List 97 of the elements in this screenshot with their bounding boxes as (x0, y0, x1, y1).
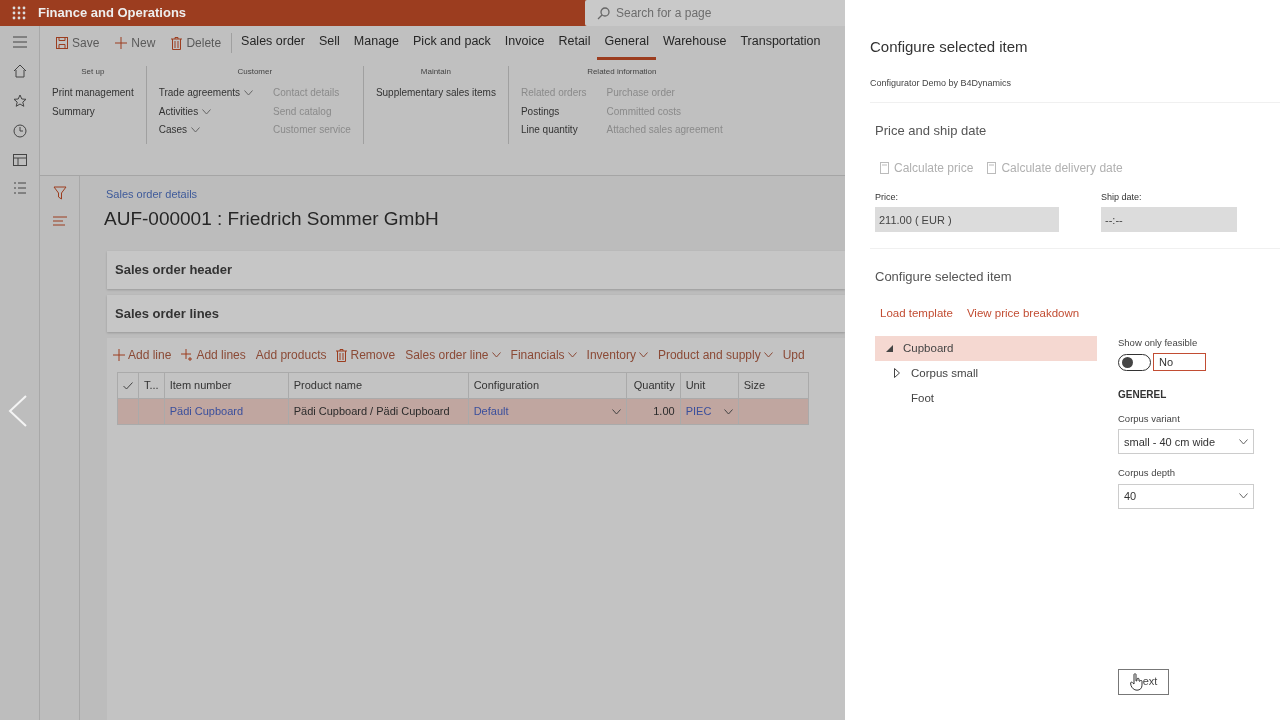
ribbon-item[interactable]: Postings (520, 102, 587, 121)
page-title: AUF-000001 : Friedrich Sommer GmbH (104, 206, 440, 231)
ribbon-item[interactable]: Cases (158, 121, 254, 140)
delete-button[interactable]: Delete (163, 34, 230, 52)
trash-icon (171, 36, 183, 50)
field-label: Corpus variant (1118, 412, 1181, 426)
field-label: Price: (875, 190, 899, 204)
ribbon-item[interactable]: Summary (52, 102, 134, 121)
readonly-field: --:-- (1101, 207, 1237, 232)
filter-icon[interactable] (52, 186, 67, 200)
action-link[interactable]: Load template (880, 304, 953, 322)
check-icon[interactable] (123, 382, 133, 391)
readonly-field: 211.00 ( EUR ) (875, 207, 1059, 232)
group-heading: GENEREL (1118, 388, 1168, 402)
column-header[interactable]: Size (738, 372, 809, 399)
group-title: Maintain (419, 66, 453, 78)
collapsed-arrow-icon[interactable] (894, 368, 900, 379)
caret-icon (1239, 438, 1248, 445)
save-icon (56, 37, 68, 49)
dropdown-field[interactable]: 40 (1118, 483, 1254, 509)
toolbar-button[interactable]: Add lines (181, 346, 246, 364)
dropdown-field[interactable]: small - 40 cm wide (1118, 429, 1254, 455)
ribbon-tab[interactable]: Pick and pack (406, 26, 498, 60)
caret-icon (244, 90, 254, 97)
column-header[interactable]: Unit (680, 372, 739, 399)
add-lines-icon (181, 349, 194, 361)
save-button[interactable]: Save (48, 34, 108, 52)
caret-icon (191, 127, 201, 134)
caret-icon (567, 352, 577, 358)
hand-cursor-icon (1129, 672, 1144, 691)
group-title: Customer (236, 66, 274, 78)
ribbon-tab[interactable]: Sell (312, 26, 347, 60)
caret-icon (202, 108, 212, 115)
calculator-icon (880, 161, 889, 174)
toolbar-button[interactable]: Remove (336, 346, 396, 364)
caret-icon (638, 352, 648, 358)
tree-node[interactable]: Foot (875, 385, 1097, 411)
new-button[interactable]: New (107, 34, 164, 52)
toolbar-button[interactable]: Product and supply (657, 346, 773, 364)
tree-node[interactable]: Corpus small (875, 360, 1097, 386)
caret-icon (611, 408, 621, 415)
breadcrumb-link[interactable]: Sales order details (106, 186, 845, 203)
field-label: Show only feasible (1118, 335, 1199, 350)
action-link[interactable]: View price breakdown (966, 304, 1080, 322)
app-launcher-icon[interactable] (12, 6, 26, 20)
star-icon[interactable] (12, 94, 27, 108)
field-label: Corpus depth (1118, 466, 1177, 481)
ribbon-item[interactable]: Trade agreements (158, 84, 254, 103)
search-icon (597, 6, 610, 20)
ribbon-tab[interactable]: Transportation (733, 26, 828, 60)
ribbon-tab[interactable]: Retail (551, 26, 598, 60)
ribbon-item[interactable]: Activities (158, 102, 254, 121)
column-header[interactable]: Product name (288, 372, 469, 399)
toggle-value: No (1153, 353, 1206, 371)
column-header[interactable]: Item number (164, 372, 289, 399)
ribbon-item[interactable]: Supplementary sales items (375, 84, 496, 103)
panel-title: Configure selected item (870, 37, 1029, 57)
panel-subtitle: Configurator Demo by B4Dynamics (870, 76, 1013, 90)
caret-icon (491, 352, 501, 358)
ribbon-item[interactable]: Line quantity (520, 121, 587, 140)
calculator-icon (987, 161, 997, 174)
clock-icon[interactable] (12, 124, 27, 138)
ribbon-tab[interactable]: Invoice (497, 26, 552, 60)
caret-icon (1239, 493, 1248, 499)
ribbon-tab[interactable]: Sales order (234, 26, 312, 60)
column-header[interactable]: Quantity (626, 372, 681, 399)
group-title: Set up (80, 66, 106, 78)
section-title: Configure selected item (875, 268, 1013, 286)
app-title: Finance and Operations (38, 4, 187, 23)
next-button[interactable]: ext (1118, 668, 1169, 695)
ribbon-item[interactable]: Print management (52, 84, 134, 103)
section-header[interactable]: Sales order lines (107, 294, 845, 332)
table-cell: Pädi Cupboard / Pädi Cupboard (288, 398, 469, 425)
toolbar-button[interactable]: Add products (255, 346, 327, 364)
workspace-icon[interactable] (12, 154, 27, 166)
plus-icon (115, 37, 128, 49)
section-header[interactable]: Sales order header (107, 251, 845, 289)
toolbar-button[interactable]: Inventory (586, 346, 648, 364)
caret-icon (723, 408, 733, 415)
toolbar-button[interactable]: Add line (113, 346, 172, 364)
toolbar-button[interactable]: Upd (782, 346, 805, 364)
ribbon-tab[interactable]: General (597, 26, 656, 60)
trash-icon (336, 348, 348, 362)
column-header[interactable]: T... (138, 372, 165, 399)
toolbar-button[interactable]: Financials (510, 346, 577, 364)
ribbon-tab[interactable]: Manage (346, 26, 407, 60)
home-icon[interactable] (12, 64, 27, 78)
plus-icon (113, 349, 125, 361)
column-header[interactable]: Configuration (468, 372, 627, 399)
field-label: Ship date: (1101, 190, 1143, 204)
ribbon-tab[interactable]: Warehouse (655, 26, 734, 60)
section-title: Price and ship date (875, 122, 988, 140)
caret-icon (763, 352, 773, 358)
tree-node[interactable]: Cupboard (875, 335, 1097, 361)
toolbar-button[interactable]: Sales order line (405, 346, 501, 364)
expanded-arrow-icon[interactable] (885, 344, 893, 352)
group-title: Related information (586, 66, 658, 78)
